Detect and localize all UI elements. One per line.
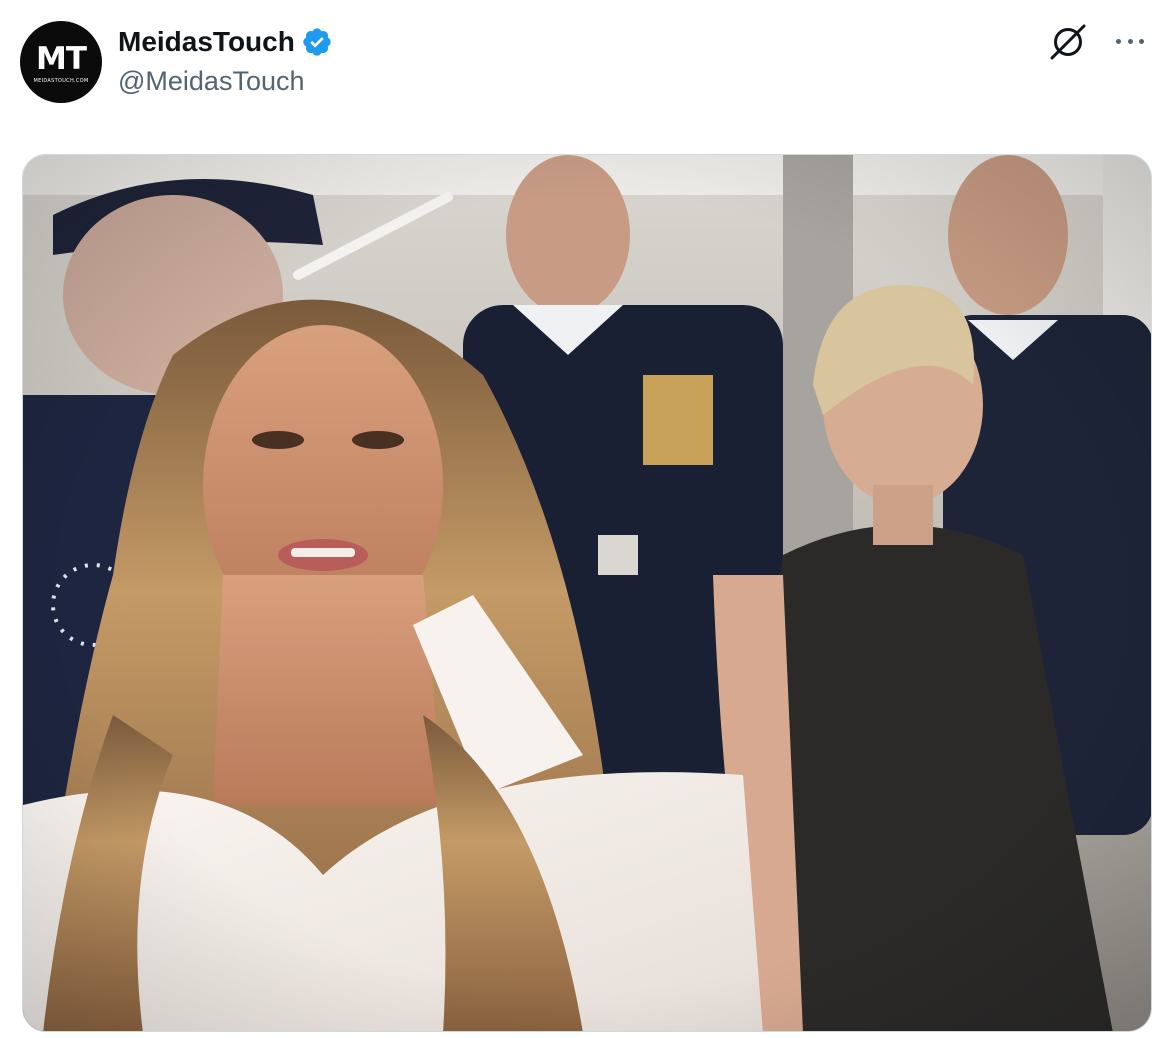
display-name-row: MeidasTouch bbox=[118, 22, 333, 62]
tweet-card: MT MEIDASTOUCH.COM MeidasTouch @MeidasTo… bbox=[0, 0, 1166, 1038]
verified-badge-icon bbox=[301, 26, 333, 58]
author-display-name[interactable]: MeidasTouch bbox=[118, 26, 295, 58]
more-options-icon[interactable] bbox=[1112, 26, 1148, 56]
avatar-logo-subtext: MEIDASTOUCH.COM bbox=[33, 78, 89, 84]
dot bbox=[1139, 38, 1144, 44]
avatar-logo-text: MT bbox=[36, 41, 87, 77]
author-names: MeidasTouch @MeidasTouch bbox=[118, 22, 333, 97]
grok-icon[interactable] bbox=[1048, 22, 1088, 62]
dot bbox=[1116, 38, 1121, 44]
avatar[interactable]: MT MEIDASTOUCH.COM bbox=[20, 21, 102, 103]
tweet-header: MT MEIDASTOUCH.COM MeidasTouch @MeidasTo… bbox=[20, 20, 1152, 104]
author-handle[interactable]: @MeidasTouch bbox=[118, 66, 333, 97]
tweet-media-video[interactable] bbox=[22, 154, 1152, 1032]
video-frame bbox=[23, 155, 1151, 1031]
dot bbox=[1127, 38, 1133, 44]
